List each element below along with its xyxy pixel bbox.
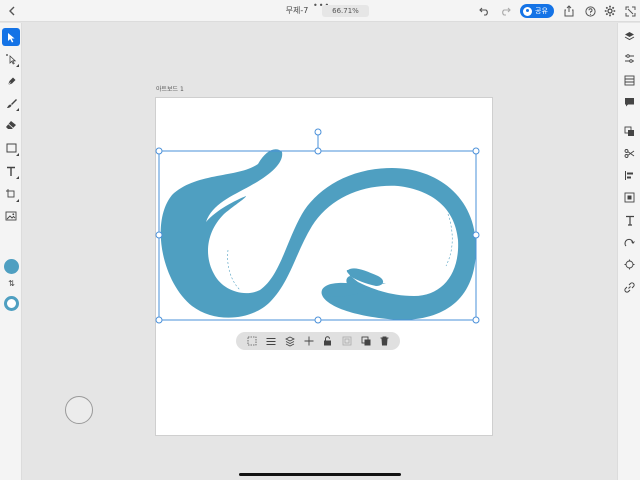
duplicate-icon[interactable] <box>359 334 373 348</box>
move-icon[interactable] <box>302 334 316 348</box>
resize-handle-left[interactable] <box>155 231 163 239</box>
select-similar-icon[interactable] <box>245 334 259 348</box>
touch-shortcut-button[interactable] <box>65 396 93 424</box>
resize-handle-top[interactable] <box>314 147 322 155</box>
resize-handle-bottom-left[interactable] <box>155 316 163 324</box>
stack-icon[interactable] <box>283 334 297 348</box>
group-icon[interactable] <box>340 334 354 348</box>
rotate-handle[interactable] <box>314 128 322 136</box>
context-task-bar <box>236 332 400 350</box>
resize-handle-bottom-right[interactable] <box>472 316 480 324</box>
resize-handle-top-left[interactable] <box>155 147 163 155</box>
menu-lines-icon[interactable] <box>264 334 278 348</box>
wave-artwork[interactable] <box>160 149 477 320</box>
canvas-overlay <box>155 128 480 324</box>
resize-handle-bottom[interactable] <box>314 316 322 324</box>
lock-icon[interactable] <box>321 334 335 348</box>
resize-handle-top-right[interactable] <box>472 147 480 155</box>
delete-icon[interactable] <box>378 334 392 348</box>
resize-handle-right[interactable] <box>472 231 480 239</box>
home-indicator <box>239 473 401 476</box>
